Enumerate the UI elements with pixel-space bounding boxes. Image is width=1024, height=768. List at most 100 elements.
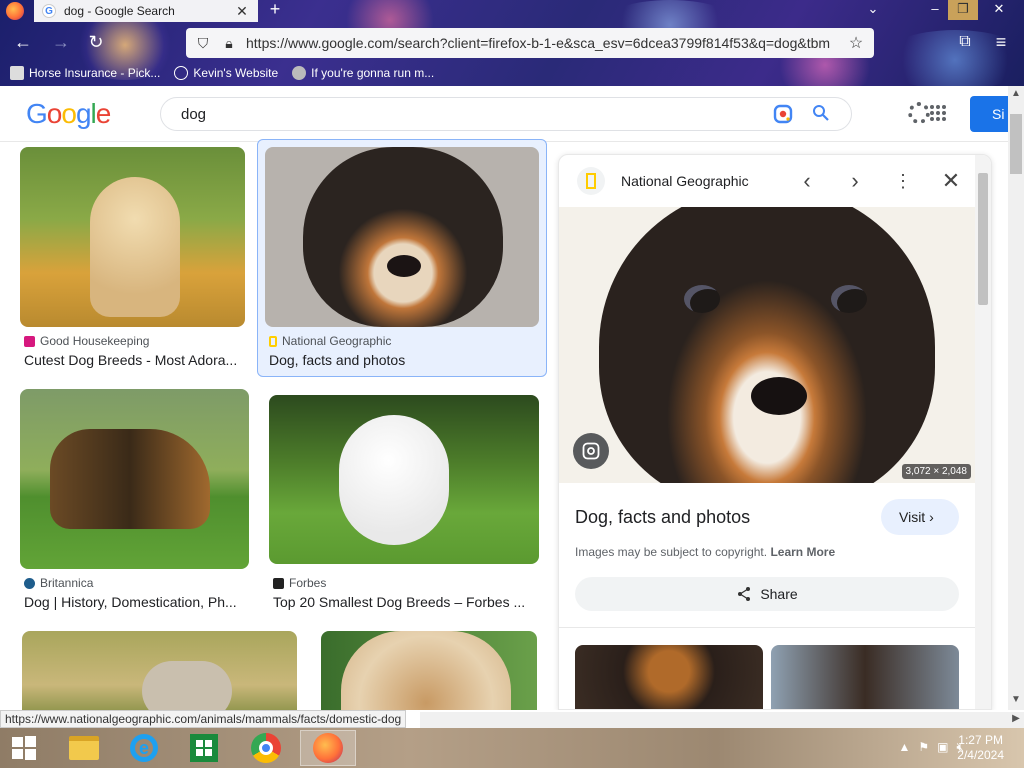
sign-in-button[interactable]: Si	[970, 96, 1008, 132]
tab-list-icon[interactable]: ⌄	[858, 0, 888, 20]
bookmark-item[interactable]: Kevin's Website	[174, 66, 278, 80]
horizontal-scrollbar[interactable]: ▶	[420, 712, 1024, 728]
search-icon[interactable]	[811, 104, 831, 124]
puppy-head	[599, 207, 935, 483]
bookmark-label: If you're gonna run m...	[311, 66, 435, 80]
panel-source-name[interactable]: National Geographic	[621, 173, 783, 189]
firefox-shape	[313, 733, 343, 763]
app-menu-icon[interactable]: ≡	[990, 32, 1012, 54]
dog-figure	[339, 415, 449, 545]
navigation-bar: ← → ↻ ⛉ 🔒︎ https://www.google.com/search…	[0, 26, 1024, 60]
copyright-text: Images may be subject to copyright.	[575, 545, 768, 559]
next-image-button[interactable]: ›	[831, 161, 879, 201]
share-button[interactable]: Share	[575, 577, 959, 611]
windows-logo-icon	[12, 736, 36, 760]
bookmark-item[interactable]: If you're gonna run m...	[292, 66, 434, 80]
result-image-terrier[interactable]	[321, 631, 537, 710]
result-title[interactable]: Top 20 Smallest Dog Breeds – Forbes ...	[273, 594, 539, 610]
globe-icon	[174, 66, 189, 80]
extensions-icon[interactable]: ⧉	[954, 32, 976, 54]
page-scrollbar-thumb[interactable]	[1010, 114, 1022, 174]
google-lens-icon[interactable]	[773, 104, 793, 124]
panel-scrollbar[interactable]	[975, 155, 991, 709]
store-icon[interactable]	[176, 730, 232, 766]
start-button[interactable]	[0, 730, 48, 766]
result-source[interactable]: Forbes	[273, 576, 326, 590]
lens-search-button[interactable]	[573, 433, 609, 469]
panel-scrollbar-thumb[interactable]	[978, 173, 988, 305]
preview-image[interactable]: 3,072 × 2,048	[559, 207, 975, 483]
scroll-down-arrow-icon[interactable]: ▼	[1008, 694, 1024, 705]
result-title[interactable]: Cutest Dog Breeds - Most Adora...	[24, 352, 244, 368]
file-explorer-icon[interactable]	[56, 730, 112, 766]
windows-taskbar: e ▲ ⚑ ▣ 🔇︎ 1:27 PM 2/4/2024	[0, 728, 1024, 768]
result-image-golden-puppy[interactable]	[20, 147, 245, 327]
scroll-up-arrow-icon[interactable]: ▲	[1008, 88, 1024, 99]
restore-button[interactable]: ❐	[948, 0, 978, 20]
forward-button[interactable]: →	[50, 32, 72, 54]
learn-more-link[interactable]: Learn More	[770, 545, 835, 559]
result-image-white-dog[interactable]	[269, 395, 539, 564]
minimize-button[interactable]: –	[920, 0, 950, 20]
result-title[interactable]: Dog | History, Domestication, Ph...	[24, 594, 244, 610]
url-bar[interactable]: ⛉ 🔒︎ https://www.google.com/search?clien…	[186, 28, 874, 58]
dog-figure	[50, 429, 210, 529]
mask-favicon-icon	[292, 66, 307, 80]
forbes-favicon-icon	[273, 577, 284, 589]
google-logo[interactable]: Google	[26, 98, 111, 130]
network-icon[interactable]: ▣	[937, 740, 948, 755]
close-panel-button[interactable]: ✕	[927, 161, 975, 201]
browser-toolbar: G dog - Google Search ✕ + ⌄ – ❐ ✕ ← → ↻ …	[0, 0, 1024, 86]
related-image[interactable]	[575, 645, 763, 709]
close-tab-icon[interactable]: ✕	[234, 3, 250, 20]
search-query[interactable]: dog	[181, 106, 773, 123]
tab-bar: G dog - Google Search ✕ + ⌄ – ❐ ✕	[0, 0, 1024, 24]
shield-icon[interactable]: ⛉	[194, 34, 212, 52]
action-center-flag-icon[interactable]: ⚑	[918, 740, 929, 755]
clock-date: 2/4/2024	[957, 748, 1004, 762]
ie-shape: e	[130, 734, 158, 762]
visit-button[interactable]: Visit ›	[881, 499, 959, 535]
reload-button[interactable]: ↻	[85, 32, 107, 54]
good-housekeeping-favicon-icon	[24, 335, 35, 347]
chevron-right-icon: ›	[929, 509, 934, 525]
new-tab-button[interactable]: +	[266, 0, 284, 20]
firefox-taskbar-icon[interactable]	[300, 730, 356, 766]
folder-shape	[69, 736, 99, 760]
result-title[interactable]: Dog, facts and photos	[269, 352, 539, 368]
settings-gear-icon[interactable]	[908, 102, 930, 124]
image-dimensions: 3,072 × 2,048	[901, 464, 971, 479]
more-options-icon[interactable]: ⋮	[879, 161, 927, 201]
source-name: Forbes	[289, 576, 327, 590]
previous-image-button[interactable]: ‹	[783, 161, 831, 201]
google-header: Google dog Si	[0, 86, 1008, 142]
scroll-right-arrow-icon[interactable]: ▶	[1008, 713, 1024, 724]
system-clock[interactable]: 1:27 PM 2/4/2024	[957, 733, 1004, 763]
visit-label: Visit	[899, 509, 926, 525]
result-source[interactable]: National Geographic	[269, 334, 391, 348]
chrome-icon[interactable]	[238, 730, 294, 766]
result-image-german-shepherd[interactable]	[20, 389, 249, 569]
result-source[interactable]: Britannica	[24, 576, 93, 590]
internet-explorer-icon[interactable]: e	[116, 730, 172, 766]
show-hidden-icons-icon[interactable]: ▲	[898, 740, 910, 755]
result-image-natgeo-puppy[interactable]	[265, 147, 539, 327]
result-image-fluffy-dog[interactable]	[22, 631, 297, 710]
bookmark-star-icon[interactable]: ☆	[846, 33, 866, 53]
puppy-nose	[387, 255, 421, 277]
result-source[interactable]: Good Housekeeping	[24, 334, 149, 348]
firefox-menu-icon[interactable]	[6, 2, 24, 20]
bookmark-item[interactable]: Horse Insurance - Pick...	[10, 66, 160, 80]
google-apps-icon[interactable]	[930, 105, 946, 121]
panel-title[interactable]: Dog, facts and photos	[575, 507, 750, 528]
puppy-nose	[751, 377, 807, 415]
back-button[interactable]: ←	[12, 32, 34, 54]
page-scrollbar[interactable]: ▲ ▼	[1008, 86, 1024, 710]
close-window-button[interactable]: ✕	[984, 0, 1014, 20]
search-input[interactable]: dog	[160, 97, 852, 131]
lock-icon[interactable]: 🔒︎	[220, 34, 238, 52]
url-text[interactable]: https://www.google.com/search?client=fir…	[246, 35, 846, 51]
national-geographic-favicon-icon	[269, 335, 277, 347]
tab-google-search[interactable]: G dog - Google Search ✕	[34, 0, 258, 22]
related-image[interactable]	[771, 645, 959, 709]
